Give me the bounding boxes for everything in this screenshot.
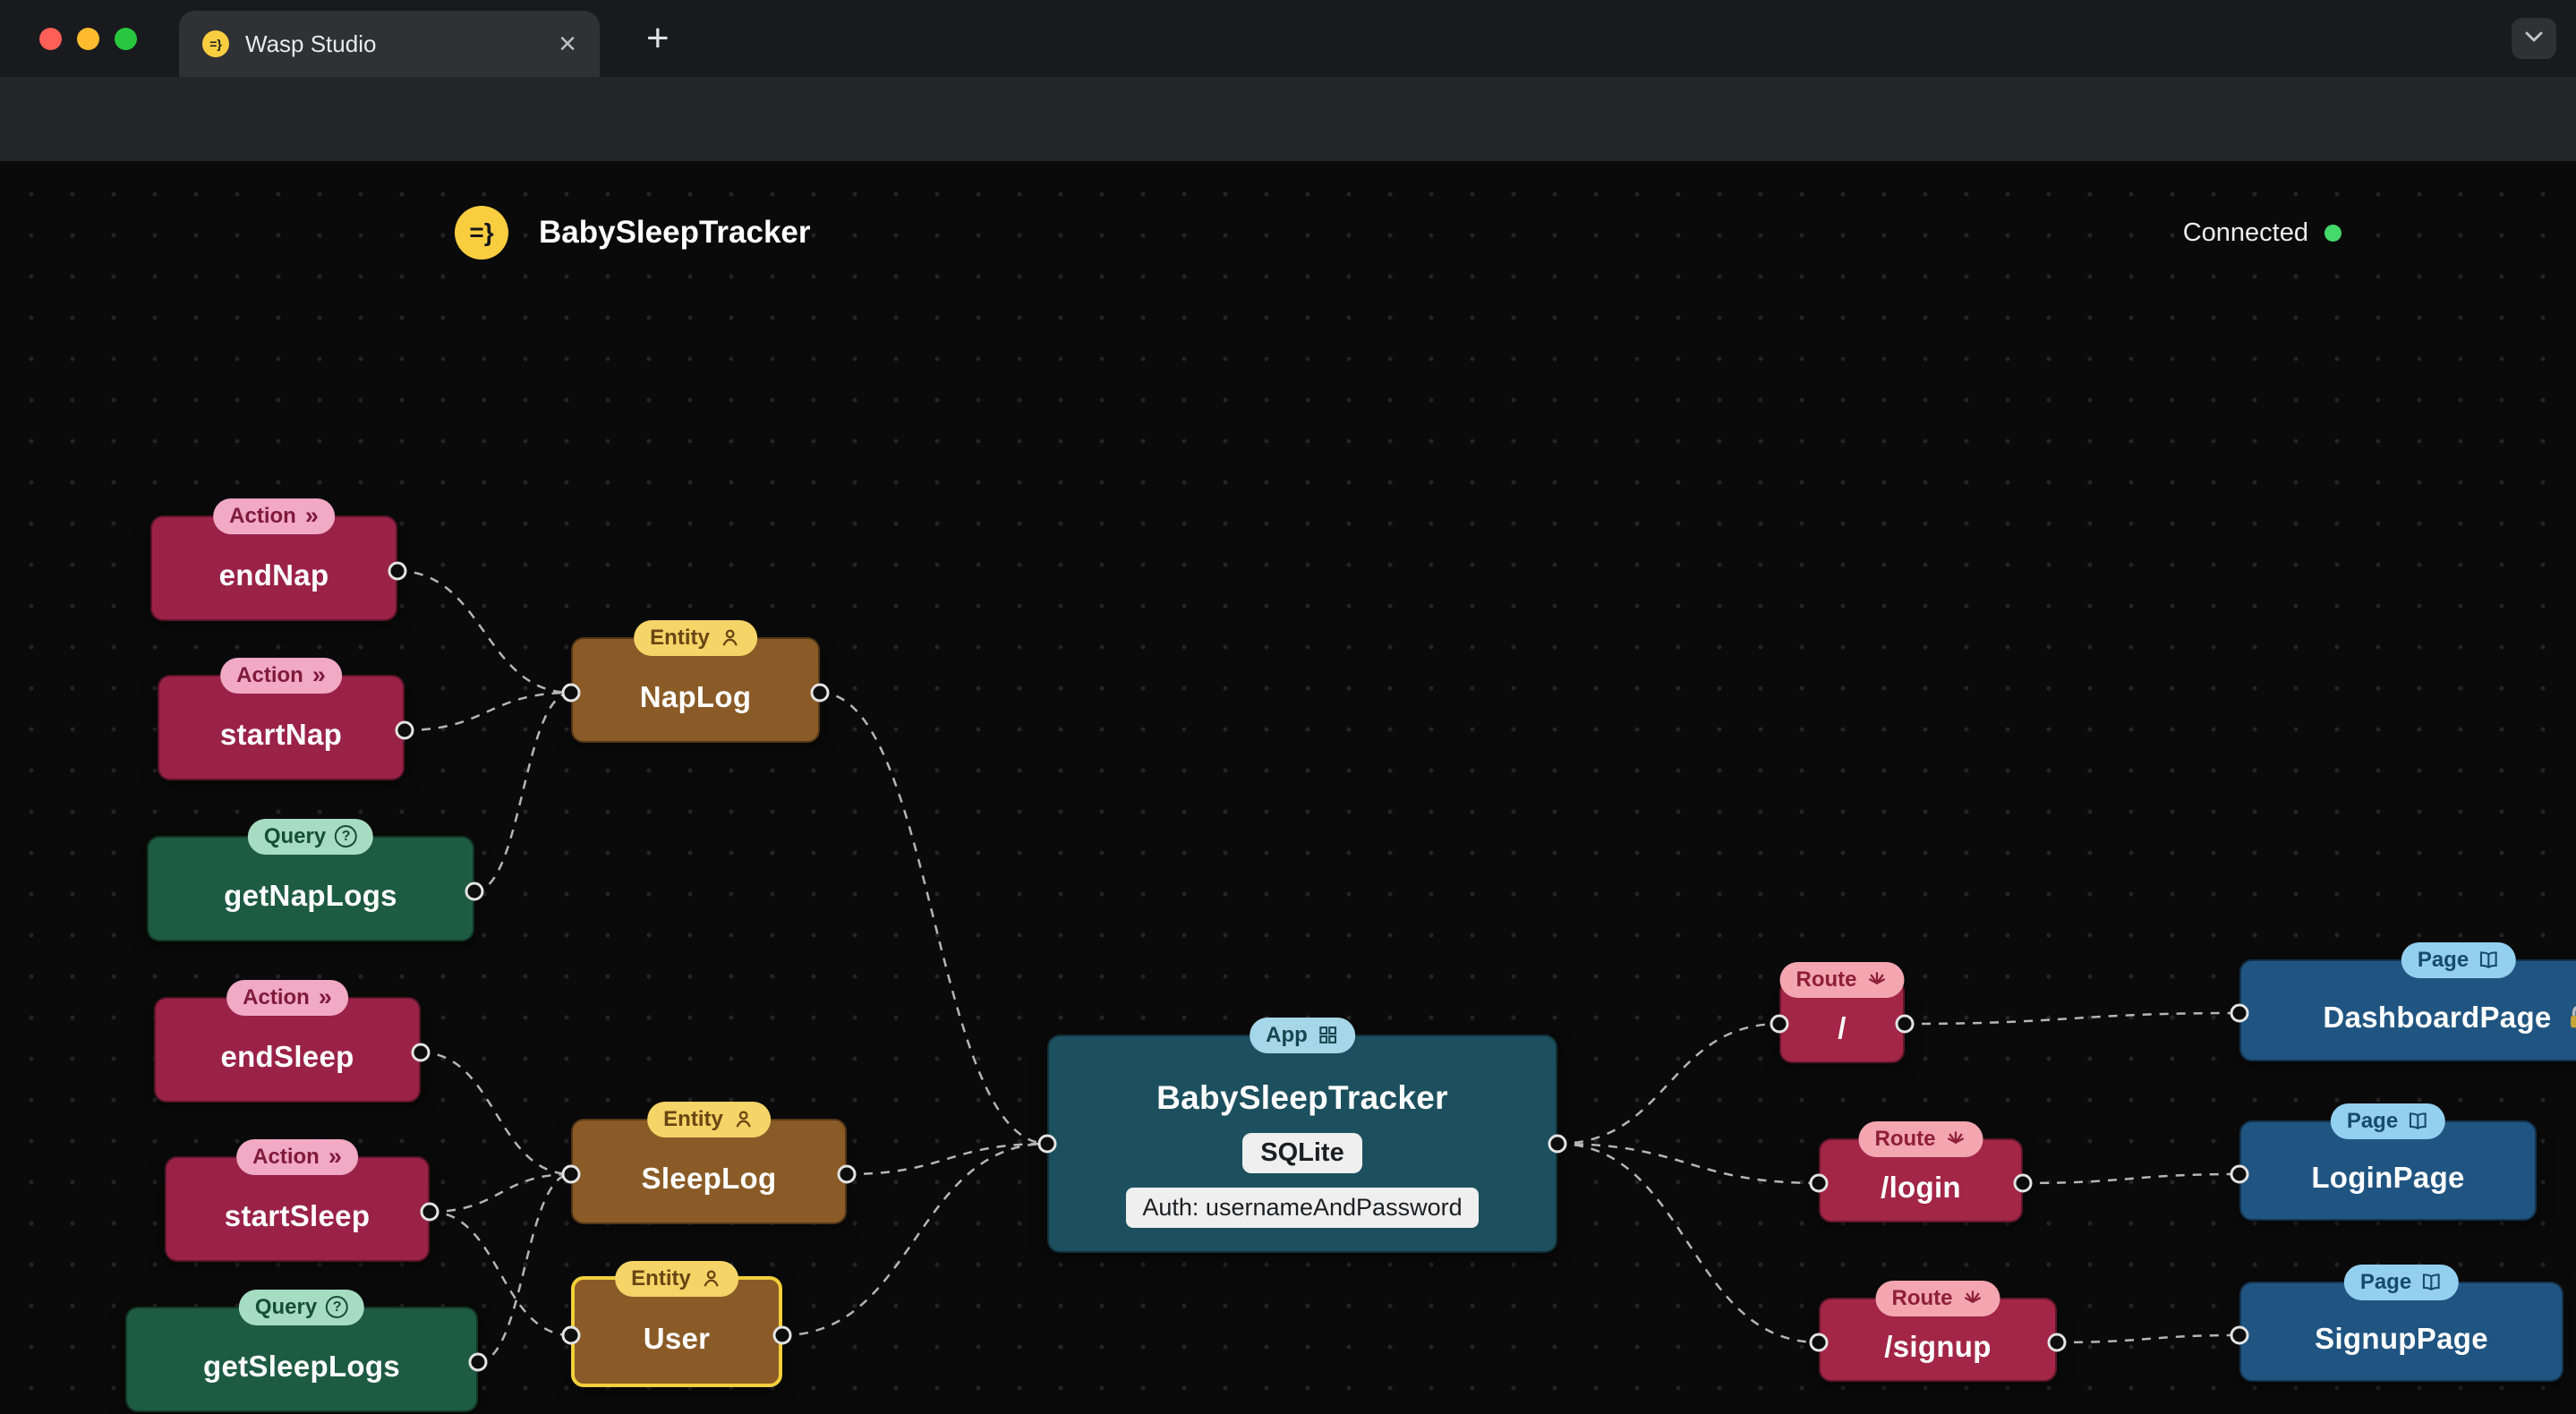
edge — [2022, 1172, 2240, 1185]
route-icon — [1965, 1290, 1981, 1304]
page-pill: Page — [2343, 1265, 2460, 1300]
connection-status: Connected — [2183, 206, 2341, 260]
book-icon — [2410, 1112, 2427, 1130]
tab-strip: =} Wasp Studio × + — [0, 0, 2576, 77]
wasp-favicon-icon: =} — [202, 30, 229, 57]
edge — [2056, 1333, 2240, 1344]
tab-close-icon[interactable]: × — [559, 29, 576, 59]
page-pill: Page — [2401, 942, 2517, 978]
node-getSleepLogs[interactable]: Query? getSleepLogs — [125, 1290, 478, 1412]
query-pill: Query? — [238, 1290, 365, 1325]
edge — [397, 569, 572, 694]
action-pill: Action» — [236, 1139, 358, 1175]
route-pill: Route — [1875, 1281, 2000, 1316]
route-icon — [1948, 1131, 1964, 1145]
db-badge: SQLite — [1242, 1133, 1362, 1173]
browser-toolbar: localhost:4000 Incognito Relaunch to upd… — [0, 77, 2576, 224]
chevrons-icon: » — [328, 1143, 342, 1171]
maximize-window-button[interactable] — [115, 28, 137, 50]
node-route-signup[interactable]: Route /signup — [1819, 1281, 2057, 1382]
edge — [473, 691, 572, 893]
close-window-button[interactable] — [39, 28, 62, 50]
entity-pill: Entity — [634, 620, 757, 656]
person-icon — [736, 1111, 751, 1128]
new-tab-button[interactable]: + — [646, 16, 670, 61]
app-pill: App — [1250, 1018, 1355, 1053]
chevrons-icon: » — [311, 661, 326, 689]
action-pill: Action» — [213, 498, 335, 534]
edge — [429, 1172, 572, 1214]
edge — [1904, 1011, 2240, 1026]
route-icon — [1869, 972, 1885, 985]
action-pill: Action» — [220, 658, 342, 694]
chevrons-icon: » — [304, 502, 319, 530]
edge — [846, 1142, 1048, 1176]
edge — [404, 691, 572, 732]
query-icon: ? — [326, 1296, 349, 1319]
tab-search-button[interactable] — [2512, 18, 2556, 59]
edge — [819, 691, 1048, 1146]
node-startNap[interactable]: Action» startNap — [158, 658, 405, 780]
route-pill: Route — [1779, 962, 1905, 998]
node-route-login[interactable]: Route /login — [1819, 1121, 2023, 1222]
page-pill: Page — [2330, 1103, 2446, 1139]
auth-badge: Auth: usernameAndPassword — [1126, 1188, 1479, 1228]
browser-tab[interactable]: =} Wasp Studio × — [179, 11, 600, 77]
node-endSleep[interactable]: Action» endSleep — [154, 980, 421, 1103]
node-LoginPage[interactable]: Page LoginPage — [2239, 1103, 2537, 1221]
action-pill: Action» — [226, 980, 348, 1016]
query-icon: ? — [335, 825, 358, 848]
node-endNap[interactable]: Action» endNap — [150, 498, 397, 621]
book-icon — [2423, 1273, 2441, 1291]
route-pill: Route — [1858, 1121, 1983, 1157]
page-title: BabySleepTracker — [539, 215, 811, 250]
wasp-logo-icon: =} — [455, 206, 508, 260]
chevrons-icon: » — [318, 984, 332, 1011]
edge — [1557, 1142, 1820, 1185]
node-App-BabySleepTracker[interactable]: App BabySleepTracker SQLite Auth: userna… — [1047, 1018, 1557, 1253]
connected-dot-icon — [2324, 224, 2341, 242]
node-User[interactable]: Entity User — [571, 1261, 782, 1387]
node-getNapLogs[interactable]: Query? getNapLogs — [147, 819, 474, 941]
entity-pill: Entity — [647, 1102, 771, 1137]
node-startSleep[interactable]: Action» startSleep — [165, 1139, 430, 1262]
lock-icon — [2570, 1005, 2576, 1028]
node-SleepLog[interactable]: Entity SleepLog — [571, 1102, 847, 1224]
node-route-root[interactable]: Route / — [1779, 962, 1905, 1063]
tab-title: Wasp Studio — [245, 30, 377, 57]
entity-pill: Entity — [615, 1261, 738, 1297]
edge — [477, 1172, 572, 1364]
traffic-lights — [39, 28, 137, 50]
edge — [420, 1051, 572, 1176]
node-SignupPage[interactable]: Page SignupPage — [2239, 1265, 2563, 1382]
node-NapLog[interactable]: Entity NapLog — [571, 620, 820, 743]
chevron-down-icon — [2520, 22, 2548, 55]
person-icon — [704, 1270, 719, 1287]
edge — [1557, 1142, 1820, 1344]
grid-icon — [1318, 1026, 1336, 1044]
wasp-studio-canvas[interactable]: =} BabySleepTracker Connected Action » e… — [0, 161, 2576, 1414]
edge — [1557, 1022, 1780, 1146]
person-icon — [722, 629, 738, 646]
connection-status-label: Connected — [2182, 217, 2308, 247]
book-icon — [2480, 951, 2498, 969]
node-DashboardPage[interactable]: Page DashboardPage — [2239, 942, 2576, 1061]
query-pill: Query? — [247, 819, 374, 855]
minimize-window-button[interactable] — [77, 28, 99, 50]
